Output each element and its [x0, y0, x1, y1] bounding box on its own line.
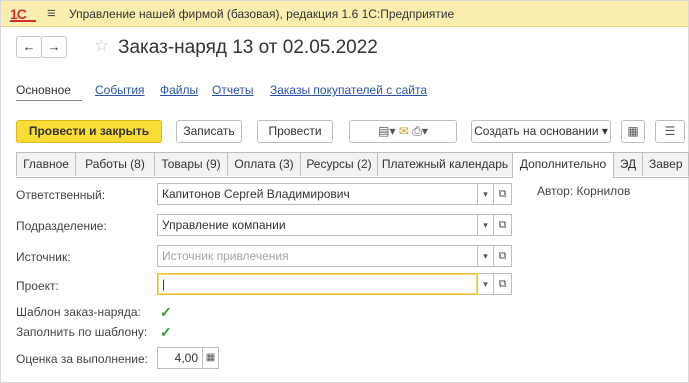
back-button[interactable]: ←: [16, 36, 42, 58]
tab-payment-calendar[interactable]: Платежный календарь: [377, 152, 513, 176]
estimate-label: Оценка за выполнение:: [16, 352, 148, 366]
fill-by-template-checkbox[interactable]: ✓: [160, 325, 174, 339]
title-bar: 1С ≡ Управление нашей фирмой (базовая), …: [1, 1, 688, 27]
template-label: Шаблон заказ-наряда:: [16, 305, 141, 319]
tab-payment[interactable]: Оплата (3): [227, 152, 301, 176]
post-and-close-button[interactable]: Провести и закрыть: [16, 120, 162, 143]
calculator-icon[interactable]: ▦: [203, 347, 219, 369]
open-icon: ⧉: [498, 278, 507, 290]
forward-button[interactable]: →: [41, 36, 67, 58]
open-icon: ⧉: [498, 250, 507, 262]
tab-goods[interactable]: Товары (9): [154, 152, 228, 176]
logo-underline: [10, 20, 36, 22]
section-events[interactable]: События: [95, 83, 145, 97]
responsible-field[interactable]: Капитонов Сергей Владимирович: [157, 183, 478, 205]
project-dropdown[interactable]: ▾: [478, 273, 494, 295]
section-reports[interactable]: Отчеты: [212, 83, 253, 97]
project-open[interactable]: ⧉: [494, 273, 512, 295]
department-field[interactable]: Управление компании: [157, 214, 478, 236]
section-main[interactable]: Основное: [16, 83, 71, 97]
document-title: Заказ-наряд 13 от 02.05.2022: [118, 37, 378, 58]
tab-bar: Главное Работы (8) Товары (9) Оплата (3)…: [16, 152, 689, 178]
open-icon: ⧉: [498, 188, 507, 200]
tab-additional[interactable]: Дополнительно: [512, 152, 614, 178]
section-site-orders[interactable]: Заказы покупателей с сайта: [270, 83, 427, 97]
author-text: Автор: Корнилов: [537, 184, 631, 198]
source-field[interactable]: Источник привлечения: [157, 245, 478, 267]
estimate-field[interactable]: 4,00: [157, 347, 203, 369]
chevron-down-icon: ▾: [483, 279, 488, 289]
post-button[interactable]: Провести: [257, 120, 333, 143]
project-field[interactable]: |: [157, 273, 478, 295]
template-checkbox[interactable]: ✓: [160, 305, 174, 319]
source-label: Источник:: [16, 250, 71, 264]
arrow-right-icon: →: [47, 39, 61, 54]
department-dropdown[interactable]: ▾: [478, 214, 494, 236]
active-section-underline: [16, 100, 82, 101]
structure-icon[interactable]: ▦: [621, 120, 645, 143]
printer-icon[interactable]: ⎙▾: [412, 124, 428, 138]
section-files[interactable]: Файлы: [160, 83, 198, 97]
tab-ed[interactable]: ЭД: [613, 152, 643, 176]
star-icon[interactable]: ☆: [94, 36, 109, 56]
source-dropdown[interactable]: ▾: [478, 245, 494, 267]
email-icon[interactable]: ✉: [399, 124, 409, 138]
responsible-label: Ответственный:: [16, 188, 106, 202]
source-open[interactable]: ⧉: [494, 245, 512, 267]
fill-by-template-label: Заполнить по шаблону:: [16, 325, 148, 339]
arrow-left-icon: ←: [22, 39, 36, 54]
tab-completion[interactable]: Завер: [642, 152, 689, 176]
app-title: Управление нашей фирмой (базовая), редак…: [69, 7, 455, 21]
create-based-on-button[interactable]: Создать на основании ▾: [471, 120, 611, 143]
open-icon: ⧉: [498, 219, 507, 231]
more-icon[interactable]: ☰: [655, 120, 685, 143]
chevron-down-icon: ▾: [483, 251, 488, 261]
chevron-down-icon: ▾: [483, 220, 488, 230]
tab-main[interactable]: Главное: [16, 152, 76, 176]
responsible-dropdown[interactable]: ▾: [478, 183, 494, 205]
menu-icon[interactable]: ≡: [47, 5, 56, 22]
department-label: Подразделение:: [16, 219, 107, 233]
save-button[interactable]: Записать: [176, 120, 242, 143]
tab-works[interactable]: Работы (8): [75, 152, 155, 176]
department-open[interactable]: ⧉: [494, 214, 512, 236]
print-email-toolbar[interactable]: ▤▾ ✉ ⎙▾: [349, 120, 457, 143]
document-icon[interactable]: ▤▾: [378, 124, 395, 138]
responsible-open[interactable]: ⧉: [494, 183, 512, 205]
tab-resources[interactable]: Ресурсы (2): [300, 152, 378, 176]
project-label: Проект:: [16, 279, 59, 293]
chevron-down-icon: ▾: [483, 189, 488, 199]
